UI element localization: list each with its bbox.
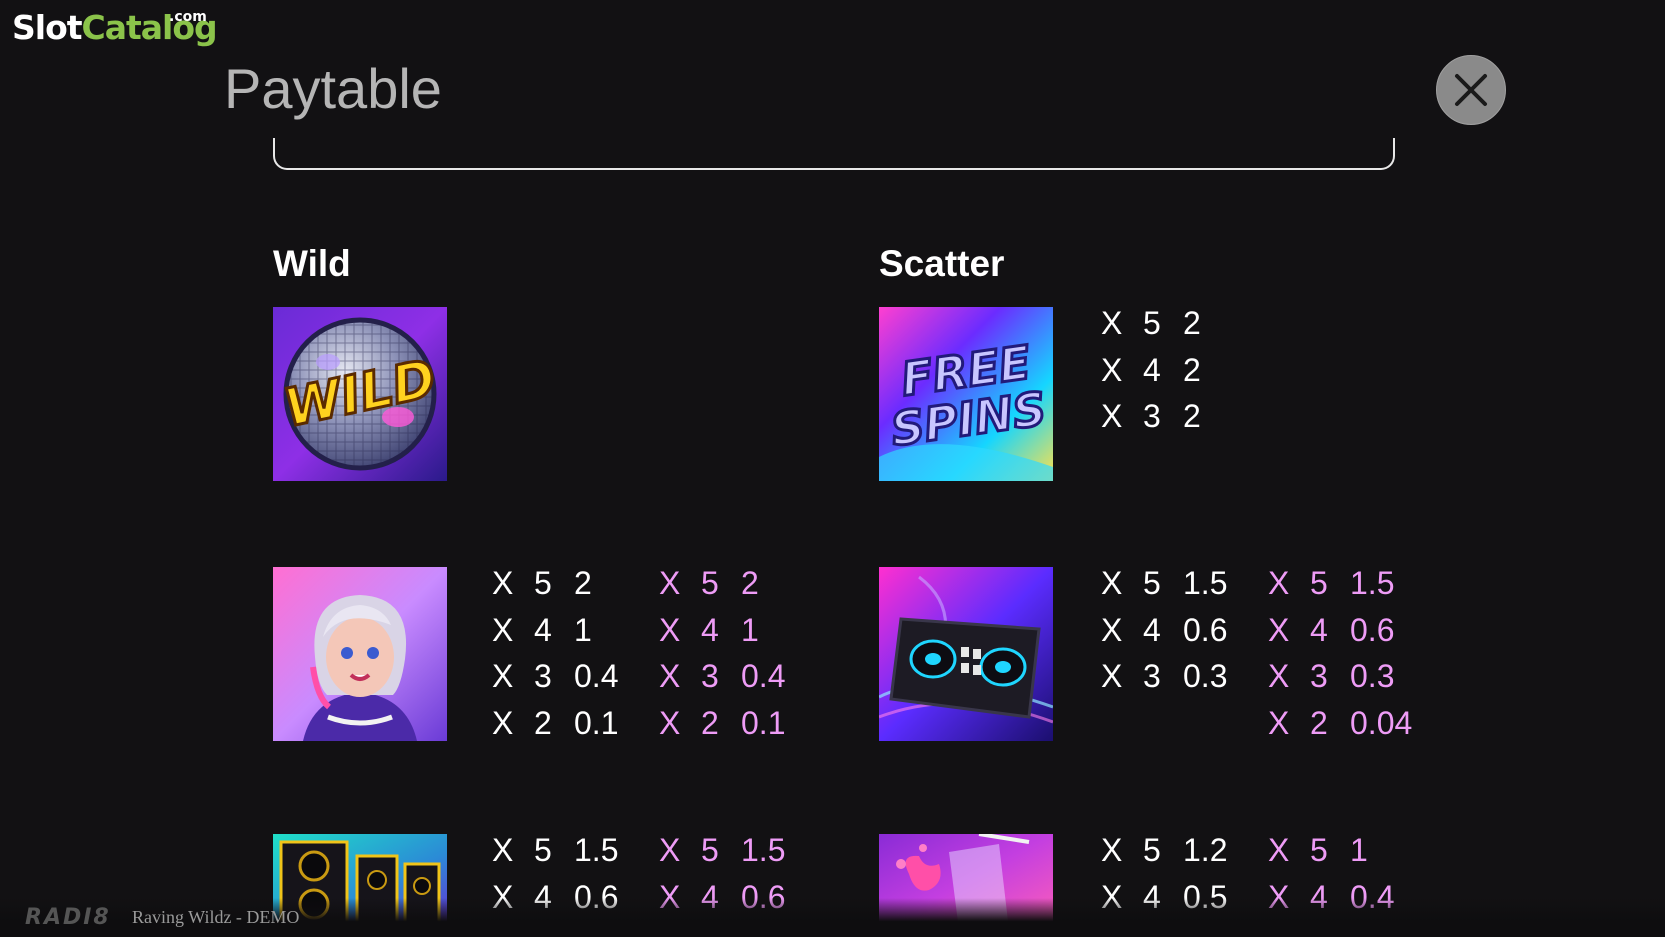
- pay-row: X 2 0.04: [1268, 704, 1413, 741]
- scatter-paytable: X52 X42 X32: [1101, 300, 1201, 440]
- pay-row: X41: [492, 611, 592, 648]
- pay-row: X 3 0.4: [492, 658, 619, 694]
- section-title-wild: Wild: [273, 243, 351, 284]
- pay-row: X51: [1268, 832, 1368, 868]
- paytable-frame-divider: [273, 138, 1395, 170]
- dj-paytable-white: X 5 1.5 X 4 0.6 X 3 0.3: [1101, 560, 1227, 700]
- page-title: Paytable: [224, 57, 442, 120]
- pay-row: X 2 0.1: [492, 704, 619, 741]
- provider-logo: RADI8: [25, 905, 111, 930]
- pay-row: X 5 1.5: [1101, 565, 1228, 601]
- pay-row: X 3 0.3: [1101, 658, 1228, 694]
- game-demo-label: Raving Wildz - DEMO: [132, 907, 300, 927]
- pay-row: X 5 1.5: [492, 832, 619, 868]
- pay-row: X 4 0.6: [1101, 611, 1228, 648]
- dj-paytable-pink: X 5 1.5 X 4 0.6 X 3 0.3 X 2 0.04: [1268, 560, 1412, 746]
- dj-deck-symbol: [879, 567, 1053, 741]
- girl-symbol: [273, 567, 447, 741]
- wild-symbol: WILD: [273, 307, 447, 481]
- pay-row: X41: [659, 611, 759, 648]
- pay-row: X 5 1.5: [1268, 565, 1395, 601]
- pay-row: X52: [1101, 305, 1201, 341]
- slotcatalog-watermark: SlotCatalog .com: [12, 8, 218, 47]
- close-button[interactable]: [1436, 55, 1506, 125]
- section-title-scatter: Scatter: [879, 243, 1005, 284]
- free-spins-scatter-symbol: FREE SPINS: [879, 307, 1053, 481]
- pay-row: X52: [492, 565, 592, 601]
- girl-paytable-pink: X52 X41 X 3 0.4 X 2 0.1: [659, 560, 785, 746]
- girl-paytable-white: X52 X41 X 3 0.4 X 2 0.1: [492, 560, 618, 746]
- pay-row: X 5 1.2: [1101, 832, 1228, 868]
- close-icon: [1455, 74, 1487, 106]
- pay-row: X 4 0.6: [1268, 611, 1395, 648]
- pay-row: X32: [1101, 398, 1201, 434]
- pay-row: X 5 1.5: [659, 832, 786, 868]
- pay-row: X 3 0.3: [1268, 658, 1395, 694]
- pay-row: X 3 0.4: [659, 658, 786, 694]
- pay-row: X52: [659, 565, 759, 601]
- pay-row: X 2 0.1: [659, 704, 786, 741]
- pay-row: X42: [1101, 351, 1201, 388]
